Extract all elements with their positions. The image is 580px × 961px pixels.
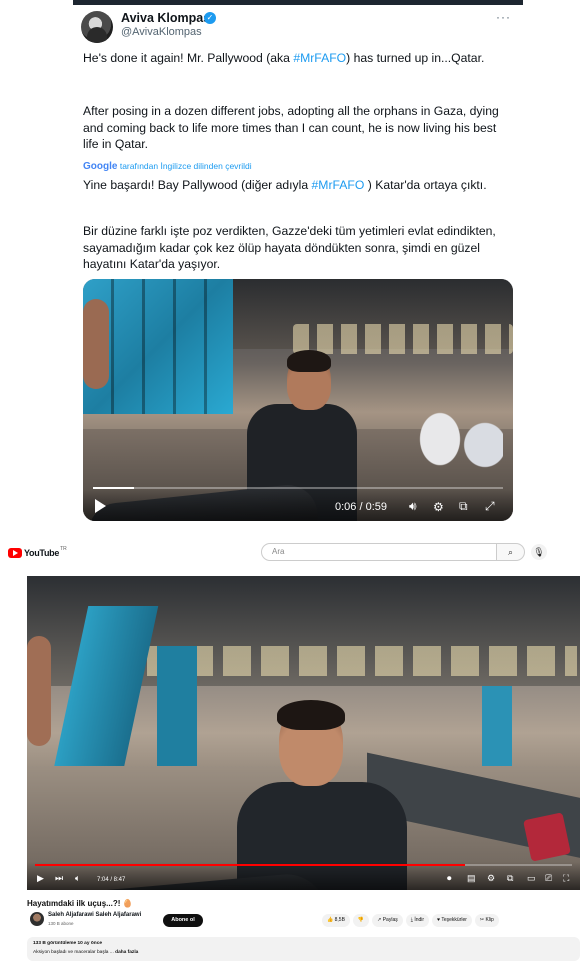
play-icon[interactable]: ▶ [37, 873, 44, 884]
foreground-hand [27, 636, 51, 746]
tweet-text-segment: ) has turned up in...Qatar. [346, 51, 485, 65]
fullscreen-icon[interactable]: ⤢ [485, 499, 495, 514]
cast-icon[interactable]: ⎚ [545, 873, 552, 884]
channel-avatar[interactable] [30, 912, 44, 926]
translated-text-segment: ) Katar'da ortaya çıktı. [364, 178, 487, 192]
tweet-text-segment: He's done it again! Mr. Pallywood (aka [83, 51, 294, 65]
foreground-hand [83, 299, 109, 389]
subscriber-count: 130 B abone [48, 921, 74, 926]
view-count-and-date: 133 B görüntüleme 10 ay önce [33, 941, 103, 946]
video-time: 7:04 / 8:47 [97, 877, 126, 883]
author-avatar[interactable] [81, 11, 113, 43]
youtube-logo[interactable]: YouTube TR [8, 546, 67, 560]
description-text: Aksiyon başladı ve maceralar başla ... d… [33, 950, 138, 955]
video-progress-bar[interactable] [93, 487, 503, 489]
tweet-text-paragraph-1: He's done it again! Mr. Pallywood (aka #… [83, 50, 513, 67]
youtube-page: YouTube TR Ara ⌕ 🎙︎ ▶ ⏭ 🔈︎ 7:04 / 8:47 ⏺… [0, 538, 580, 961]
video-progress-fill [35, 864, 465, 866]
share-button[interactable]: ↗ Paylaş [372, 914, 403, 927]
subscribe-button[interactable]: Abone ol [163, 914, 203, 927]
suitcase [523, 812, 571, 862]
translated-paragraph-1: Yine başardı! Bay Pallywood (diğer adıyl… [83, 177, 513, 194]
youtube-region: TR [60, 546, 67, 552]
volume-icon[interactable]: 🔈︎ [75, 873, 80, 884]
clip-button[interactable]: ✂ Klip [474, 914, 499, 927]
next-icon[interactable]: ⏭ [55, 873, 63, 884]
download-button[interactable]: ⤓ İndir [405, 914, 430, 927]
google-logo: Google [83, 161, 118, 172]
verified-badge-icon: ✓ [204, 12, 216, 24]
search-placeholder: Ara [272, 547, 285, 556]
video-progress-bar[interactable] [35, 864, 572, 866]
search-icon[interactable]: ⌕ [497, 543, 525, 561]
video-controls-bar [27, 862, 580, 890]
dislike-button[interactable]: 👎 [352, 914, 370, 927]
video-time: 0:06 / 0:59 [335, 501, 387, 513]
video-progress-fill [93, 487, 134, 489]
translation-note: Google tarafından İngilizce dilinden çev… [83, 161, 252, 172]
author-handle[interactable]: @AvivaKlompas [121, 26, 202, 38]
video-title: Hayatımdaki ilk uçuş...?! 🥚 [27, 899, 133, 908]
subtitles-icon[interactable]: ▤ [467, 873, 476, 884]
video-actions: 👍 8,5B 👎 ↗ Paylaş ⤓ İndir ♥ Teşekkürler … [322, 914, 499, 927]
translation-note-text[interactable]: tarafından İngilizce dilinden çevrildi [120, 161, 252, 171]
hashtag-link[interactable]: #MrFAFO [293, 51, 346, 65]
autoplay-toggle-icon[interactable]: ⏺ [447, 873, 452, 884]
more-options-icon[interactable]: ··· [496, 10, 511, 24]
description-box[interactable]: 133 B görüntüleme 10 ay önce Aksiyon baş… [27, 937, 580, 961]
person-hair [287, 350, 331, 372]
youtube-video-player[interactable]: ▶ ⏭ 🔈︎ 7:04 / 8:47 ⏺ ▤ ⚙ ⧉ ▭ ⎚ ⛶ [27, 576, 580, 890]
microphone-icon[interactable]: 🎙︎ [531, 544, 547, 560]
translated-hashtag-link[interactable]: #MrFAFO [312, 178, 365, 192]
settings-icon[interactable]: ⚙ [487, 873, 495, 884]
thanks-button[interactable]: ♥ Teşekkürler [432, 914, 472, 927]
play-icon[interactable] [95, 499, 106, 513]
show-more-link[interactable]: daha fazla [115, 950, 138, 955]
youtube-wordmark: YouTube [24, 548, 60, 558]
volume-icon[interactable]: 🔊︎ [409, 499, 417, 514]
tweet-text-paragraph-2: After posing in a dozen different jobs, … [83, 104, 499, 151]
fullscreen-icon[interactable]: ⛶ [563, 873, 569, 884]
ceiling-lights [147, 646, 577, 676]
tweet-card: Aviva Klompas ✓ @AvivaKlompas ··· He's d… [73, 5, 523, 525]
screenshot-page: Aviva Klompas ✓ @AvivaKlompas ··· He's d… [0, 0, 580, 961]
youtube-play-icon [8, 548, 22, 558]
translated-paragraph-2: Bir düzine farklı işte poz verdikten, Ga… [83, 224, 496, 271]
video-controls-bar [83, 489, 513, 521]
pip-icon[interactable]: ⧉ [459, 499, 468, 514]
settings-icon[interactable]: ⚙ [433, 500, 444, 514]
description-snippet: Aksiyon başladı ve maceralar başla ... [33, 950, 114, 955]
tweet-video-player[interactable]: 0:06 / 0:59 🔊︎ ⚙ ⧉ ⤢ [83, 279, 513, 521]
person-hair [277, 700, 345, 730]
theater-mode-icon[interactable]: ▭ [527, 873, 536, 884]
ceiling-lights [293, 324, 513, 354]
search-input[interactable]: Ara [261, 543, 497, 561]
like-button[interactable]: 👍 8,5B [322, 914, 350, 927]
channel-name[interactable]: Saleh Aljafarawi Saleh Aljafarawi [48, 912, 141, 918]
translated-text-segment: Yine başardı! Bay Pallywood (diğer adıyl… [83, 178, 312, 192]
miniplayer-icon[interactable]: ⧉ [507, 873, 513, 884]
author-name[interactable]: Aviva Klompas [121, 11, 210, 25]
